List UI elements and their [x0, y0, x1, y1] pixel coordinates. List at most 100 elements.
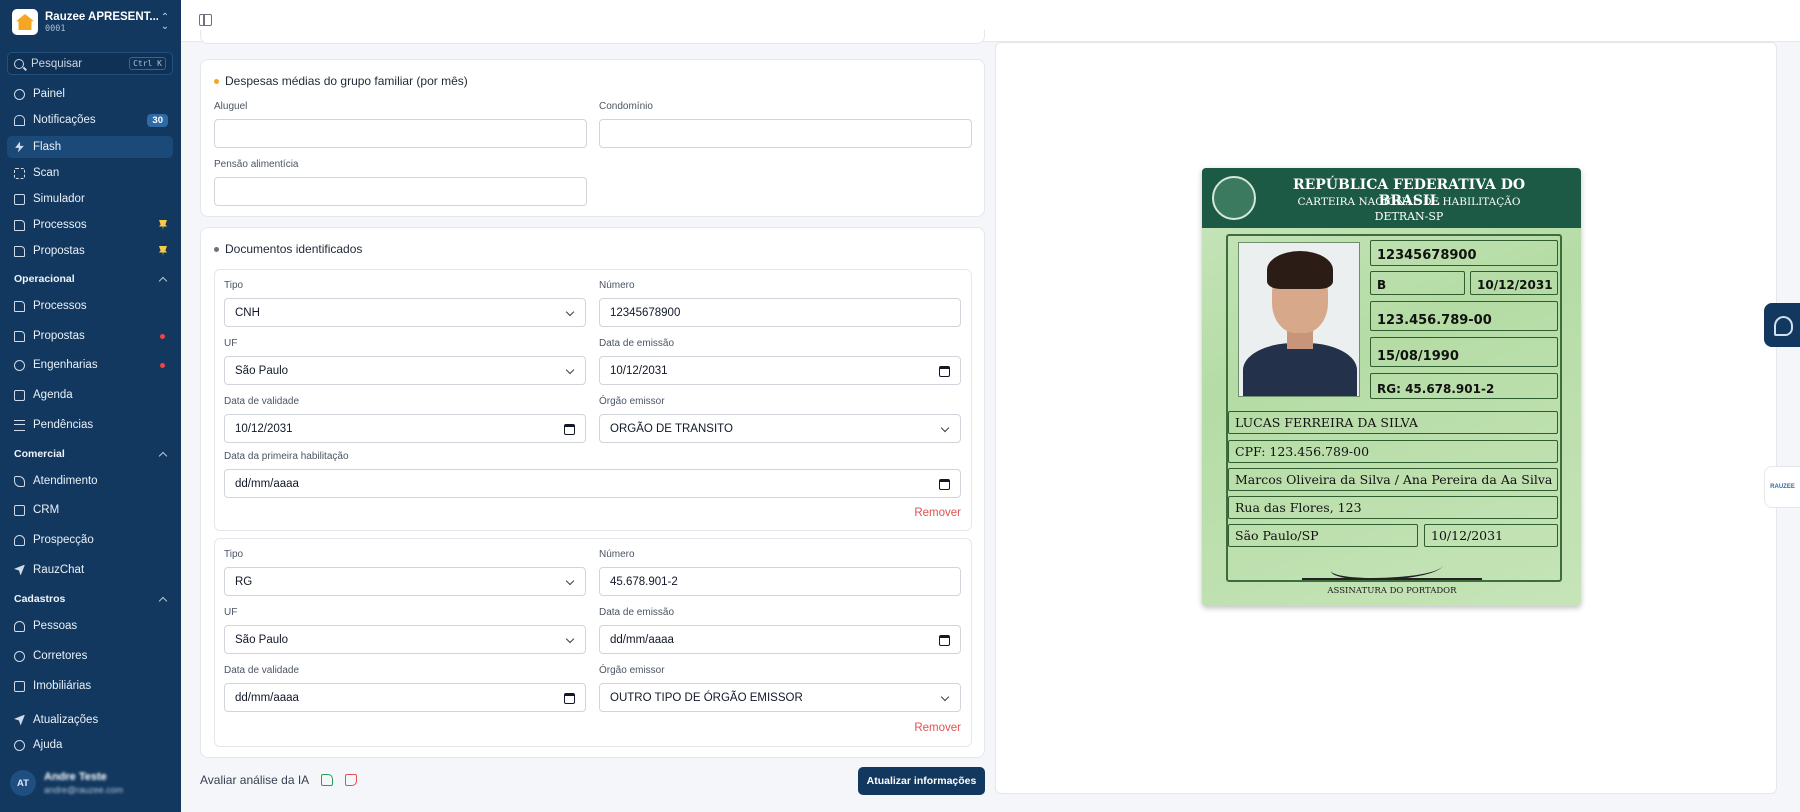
numero-text[interactable]	[610, 575, 950, 588]
field-label: Data da primeira habilitação	[224, 451, 349, 462]
tipo-select[interactable]: RG	[224, 567, 586, 596]
remove-document-button[interactable]: Remover	[914, 722, 961, 734]
pensao-text[interactable]	[225, 185, 576, 198]
search-input[interactable]	[31, 57, 130, 70]
chevron-up-icon	[158, 596, 168, 605]
remove-document-button[interactable]: Remover	[914, 507, 961, 519]
bullet-icon	[214, 246, 219, 252]
sidebar-item-flash[interactable]: Flash	[7, 136, 173, 158]
document-icon	[14, 300, 25, 312]
sidebar-item-atendimento[interactable]: Atendimento	[7, 470, 173, 492]
chevrons-up-down-icon[interactable]: ⌃ ⌄	[158, 13, 172, 32]
pensao-input[interactable]	[214, 177, 587, 206]
user-email: andre@rauzee.com	[44, 785, 124, 795]
section-cadastros[interactable]: Cadastros	[14, 593, 168, 605]
sidebar-item-atualizacoes[interactable]: Atualizações	[7, 709, 173, 731]
thumbs-up-icon[interactable]	[321, 774, 334, 786]
sidebar-item-pessoas[interactable]: Pessoas	[7, 615, 173, 637]
alert-dot	[160, 362, 165, 368]
sidebar-item-label: Simulador	[33, 193, 85, 205]
calendar-icon[interactable]	[564, 424, 575, 435]
sidebar-item-label: Corretores	[33, 650, 88, 662]
sidebar-item-simulador[interactable]: Simulador	[7, 188, 173, 210]
rauzee-widget-button[interactable]: RAUZEE	[1764, 466, 1800, 508]
primeira-habilitacao-date-input[interactable]: dd/mm/aaaa	[224, 469, 961, 498]
sidebar-item-notificacoes[interactable]: Notificações 30	[7, 109, 173, 131]
sidebar-item-rauzchat[interactable]: RauzChat	[7, 559, 173, 581]
select-value: ORGÃO DE TRANSITO	[610, 422, 733, 435]
sidebar-item-crm[interactable]: CRM	[7, 499, 173, 521]
org-switcher[interactable]: Rauzee APRESENT... 0001 ⌃ ⌄	[12, 7, 172, 37]
expenses-title: Despesas médias do grupo familiar (por m…	[214, 74, 468, 88]
tipo-field: Tipo RG	[224, 549, 586, 596]
pin-icon[interactable]	[159, 220, 167, 230]
calendar-icon[interactable]	[939, 366, 950, 377]
cnh-document-image: REPÚBLICA FEDERATIVA DO BRASIL CARTEIRA …	[1202, 168, 1581, 606]
sidebar-item-label: Notificações	[33, 114, 96, 126]
cnh-signature-label: ASSINATURA DO PORTADOR	[1327, 586, 1457, 596]
sidebar-toggle-icon[interactable]	[199, 14, 212, 26]
sidebar-item-agenda[interactable]: Agenda	[7, 384, 173, 406]
cnh-registro: 12345678900	[1370, 240, 1558, 266]
primeira-habilitacao-field: Data da primeira habilitação dd/mm/aaaa	[224, 451, 961, 498]
field-label: Data de emissão	[599, 607, 675, 618]
select-value: São Paulo	[235, 633, 289, 646]
cnh-rg: RG: 45.678.901-2	[1370, 373, 1558, 399]
validade-date-input[interactable]: dd/mm/aaaa	[224, 683, 586, 712]
uf-select[interactable]: São Paulo	[224, 356, 586, 385]
national-seal-icon	[1212, 176, 1256, 220]
emissao-date-input[interactable]: dd/mm/aaaa	[599, 625, 961, 654]
field-label: Data de validade	[224, 665, 300, 676]
emissao-date-input[interactable]: 10/12/2031	[599, 356, 961, 385]
sidebar-search[interactable]: Ctrl K	[7, 52, 173, 75]
sidebar-item-prospeccao[interactable]: Prospecção	[7, 529, 173, 551]
section-operacional[interactable]: Operacional	[14, 273, 168, 285]
rocket-icon	[14, 714, 25, 726]
document-item-cnh: Tipo CNH Número UF São Paulo Data de emi…	[214, 269, 972, 531]
field-label: Tipo	[224, 549, 244, 560]
uf-select[interactable]: São Paulo	[224, 625, 586, 654]
calendar-icon[interactable]	[939, 479, 950, 490]
user-menu[interactable]: AT Andre Teste andre@rauzee.com	[10, 768, 175, 798]
numero-text[interactable]	[610, 306, 950, 319]
update-info-button[interactable]: Atualizar informações	[858, 767, 985, 795]
condominio-text[interactable]	[610, 127, 961, 140]
cnh-validade: 10/12/2031	[1470, 271, 1558, 295]
date-value: 10/12/2031	[610, 364, 668, 377]
calendar-icon[interactable]	[939, 635, 950, 646]
sidebar-item-scan[interactable]: Scan	[7, 162, 173, 184]
date-value: 10/12/2031	[235, 422, 293, 435]
sidebar-item-engenharias[interactable]: Engenharias	[7, 354, 173, 376]
gauge-icon	[14, 88, 25, 100]
field-label: Aluguel	[214, 101, 248, 112]
sidebar-item-corretores[interactable]: Corretores	[7, 645, 173, 667]
tipo-select[interactable]: CNH	[224, 298, 586, 327]
numero-input[interactable]	[599, 298, 961, 327]
pin-icon[interactable]	[159, 246, 167, 256]
numero-input[interactable]	[599, 567, 961, 596]
sidebar-item-painel[interactable]: Painel	[7, 83, 173, 105]
condominio-field: Condomínio	[599, 101, 972, 148]
document-icon	[14, 245, 25, 257]
sidebar-item-propostas[interactable]: Propostas	[7, 325, 173, 347]
support-widget-button[interactable]	[1764, 303, 1800, 347]
thumbs-down-icon[interactable]	[345, 774, 358, 786]
orgao-select[interactable]: ORGÃO DE TRANSITO	[599, 414, 961, 443]
calendar-icon[interactable]	[564, 693, 575, 704]
section-comercial[interactable]: Comercial	[14, 448, 168, 460]
condominio-input[interactable]	[599, 119, 972, 148]
sidebar-item-processos[interactable]: Processos	[7, 295, 173, 317]
sidebar-item-pendencias[interactable]: Pendências	[7, 414, 173, 436]
validade-date-input[interactable]: 10/12/2031	[224, 414, 586, 443]
orgao-select[interactable]: OUTRO TIPO DE ÓRGÃO EMISSOR	[599, 683, 961, 712]
sidebar-item-label: Atualizações	[33, 714, 99, 726]
sidebar-item-propostas-pinned[interactable]: Propostas	[7, 240, 173, 262]
sidebar-item-imobiliarias[interactable]: Imobiliárias	[7, 675, 173, 697]
org-logo-icon	[12, 9, 38, 35]
field-label: Órgão emissor	[599, 665, 665, 676]
cnh-nome: LUCAS FERREIRA DA SILVA	[1228, 411, 1558, 434]
sidebar-item-processos-pinned[interactable]: Processos	[7, 214, 173, 236]
aluguel-text[interactable]	[225, 127, 576, 140]
aluguel-input[interactable]	[214, 119, 587, 148]
sidebar-item-ajuda[interactable]: Ajuda	[7, 734, 173, 756]
